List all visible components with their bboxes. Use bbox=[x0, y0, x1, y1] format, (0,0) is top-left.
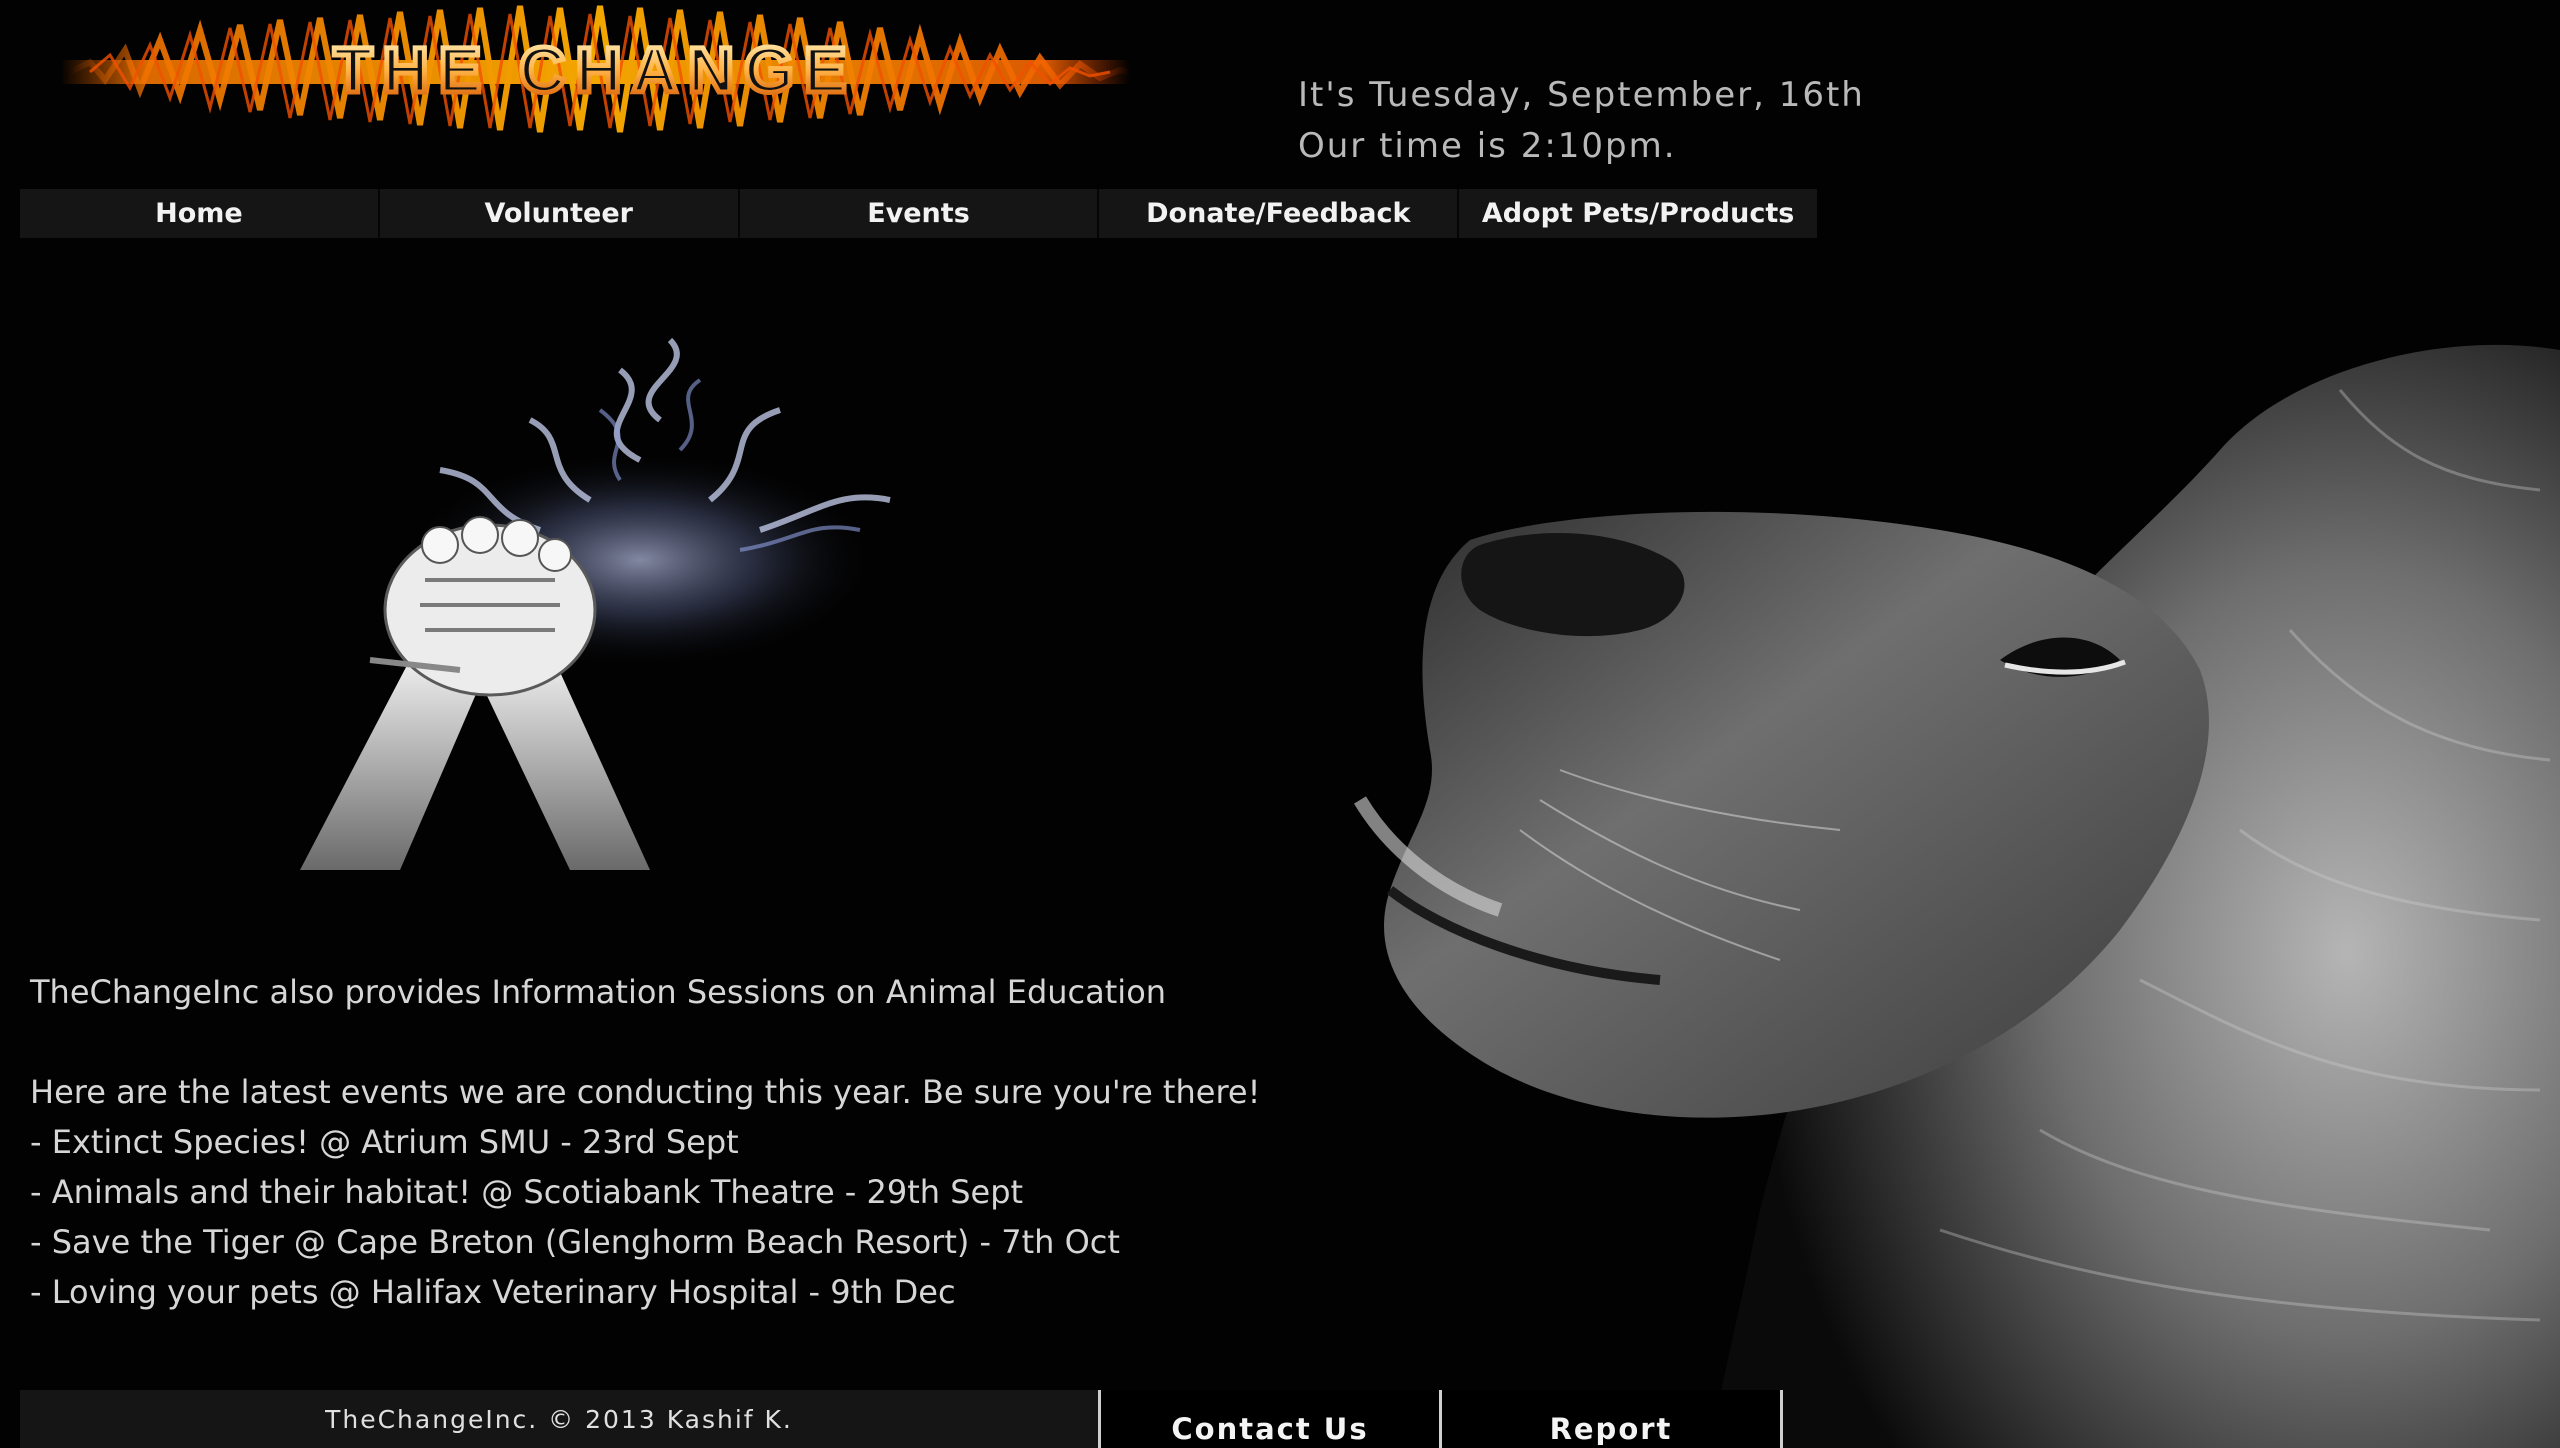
site-logo[interactable]: THE CHANGE bbox=[30, 0, 1160, 145]
date-time-display: It's Tuesday, September, 16th Our time i… bbox=[1298, 70, 1865, 172]
footer-divider bbox=[1780, 1390, 1783, 1448]
date-line: It's Tuesday, September, 16th bbox=[1298, 75, 1865, 115]
nav-item-home[interactable]: Home bbox=[20, 189, 380, 238]
nav-item-events[interactable]: Events bbox=[740, 189, 1100, 238]
events-heading: Here are the latest events we are conduc… bbox=[30, 1073, 1261, 1111]
copyright-text: TheChangeInc. © 2013 Kashif K. bbox=[20, 1390, 1098, 1448]
footer: TheChangeInc. © 2013 Kashif K. Contact U… bbox=[20, 1390, 1785, 1448]
contact-us-link[interactable]: Contact Us bbox=[1101, 1390, 1439, 1448]
nav-item-donate-feedback[interactable]: Donate/Feedback bbox=[1099, 189, 1460, 238]
time-line: Our time is 2:10pm. bbox=[1298, 126, 1677, 166]
clasped-hands-smoke-image bbox=[240, 330, 960, 890]
event-item: - Loving your pets @ Halifax Veterinary … bbox=[30, 1273, 956, 1311]
lion-image bbox=[1240, 330, 2560, 1448]
logo-text: THE CHANGE bbox=[333, 34, 856, 106]
event-item: - Animals and their habitat! @ Scotiaban… bbox=[30, 1173, 1024, 1211]
event-item: - Extinct Species! @ Atrium SMU - 23rd S… bbox=[30, 1123, 739, 1161]
main-content: TheChangeInc also provides Information S… bbox=[30, 967, 1260, 1317]
intro-text: TheChangeInc also provides Information S… bbox=[30, 973, 1167, 1011]
page: THE CHANGE It's Tuesday, September, 16th… bbox=[0, 0, 2560, 1448]
nav-item-adopt-pets-products[interactable]: Adopt Pets/Products bbox=[1459, 189, 1817, 238]
nav-item-volunteer[interactable]: Volunteer bbox=[380, 189, 740, 238]
main-nav: Home Volunteer Events Donate/Feedback Ad… bbox=[20, 189, 1817, 238]
report-link[interactable]: Report bbox=[1442, 1390, 1780, 1448]
event-item: - Save the Tiger @ Cape Breton (Glenghor… bbox=[30, 1223, 1120, 1261]
